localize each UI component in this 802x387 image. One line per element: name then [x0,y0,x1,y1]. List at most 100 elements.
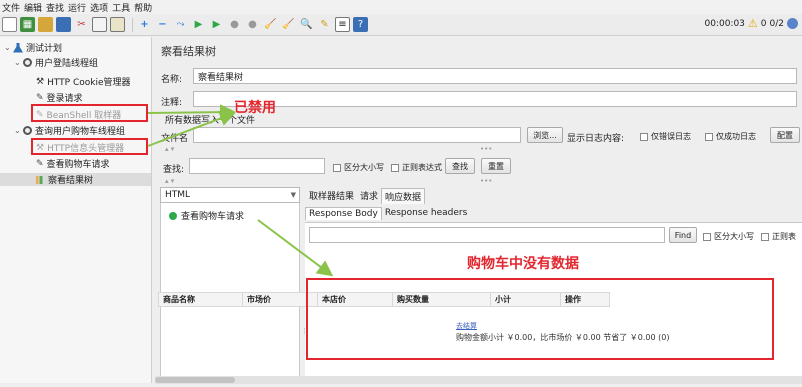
tab-response-headers[interactable]: Response headers [382,207,470,220]
checkbox-label: 区分大小写 [714,232,754,241]
test-plan-tree: ⌄ 测试计划 ⌄ 用户登陆线程组 ⚒ HTTP Cookie管理器 ✎ 登录请求… [0,37,152,383]
tab-request[interactable]: 请求 [357,188,381,204]
toggle-icon[interactable]: ⤳ [173,17,188,32]
clear-all-icon[interactable]: 🧹 [281,17,296,32]
tree-label: 测试计划 [26,44,63,54]
tree-label: HTTP Cookie管理器 [47,78,131,88]
tab-sampler-result[interactable]: 取样器结果 [306,188,357,204]
checkbox-label: 正则表达式 [402,163,442,172]
tree-label: 察看结果树 [48,176,94,186]
tree-node-test-plan[interactable]: ⌄ 测试计划 [4,41,62,54]
tree-node-login-thread-group[interactable]: ⌄ 用户登陆线程组 [14,56,98,69]
find-case-checkbox[interactable]: 区分大小写 [703,231,754,242]
name-label: 名称: [161,75,183,85]
tree-label: 查看购物车请求 [46,160,110,170]
scrollbar-thumb[interactable] [155,377,235,383]
expand-icon[interactable]: + [137,17,152,32]
find-regex-checkbox[interactable]: 正则表 [761,231,796,242]
highlight-header-manager [31,138,148,155]
copy-icon[interactable] [92,17,107,32]
chevron-down-icon[interactable]: ⌄ [14,58,23,67]
cut-icon[interactable]: ✂ [74,17,89,32]
search-icon[interactable]: 🔍 [299,17,314,32]
reset-search-icon[interactable]: ✎ [317,17,332,32]
browse-button[interactable]: 浏览... [527,127,563,143]
checkbox-box[interactable] [703,232,711,241]
start-no-pause-icon[interactable]: ▶ [209,17,224,32]
function-helper-icon[interactable]: ≡ [335,17,350,32]
checkbox-box[interactable] [761,232,769,241]
toolbar: ▦ ✂ + − ⤳ ▶ ▶ ● ● 🧹 🧹 🔍 ✎ ≡ ? 00:00:03 ⚠… [0,14,802,36]
renderer-value: HTML [165,190,191,200]
pencil-icon: ✎ [36,92,44,103]
stop-icon[interactable]: ● [227,17,242,32]
menu-edit[interactable]: 编辑 [24,1,42,14]
menu-file[interactable]: 文件 [2,1,20,14]
tree-node-login-request[interactable]: ✎ 登录请求 [36,91,83,105]
collapse-icon[interactable]: − [155,17,170,32]
paste-icon[interactable] [110,17,125,32]
result-item-cart-request[interactable]: 查看购物车请求 [169,209,244,222]
start-icon[interactable]: ▶ [191,17,206,32]
menu-tools[interactable]: 工具 [112,1,130,14]
tree-node-result-tree[interactable]: 察看结果树 [0,173,151,186]
errors-only-checkbox[interactable]: 仅错误日志 [640,131,691,142]
open-icon[interactable] [38,17,53,32]
new-icon[interactable] [2,17,17,32]
tab-response-data[interactable]: 响应数据 [381,188,426,204]
name-field[interactable]: 察看结果树 [193,68,797,84]
checkbox-box[interactable] [333,163,341,172]
save-icon[interactable] [56,17,71,32]
annotation-disabled: 已禁用 [234,100,276,116]
thread-count: 0/2 [769,18,784,29]
search-button[interactable]: 查找 [445,158,475,174]
chevron-down-icon[interactable]: ▼ [291,191,296,199]
search-input[interactable] [189,158,325,174]
menu-bar: 文件 编辑 查找 运行 选项 工具 帮助 [0,0,802,14]
checkbox-label: 正则表 [772,232,796,241]
tab-response-body[interactable]: Response Body [305,207,382,220]
case-sensitive-checkbox[interactable]: 区分大小写 [333,162,384,173]
renderer-select[interactable]: HTML ▼ [160,187,300,203]
horizontal-scrollbar[interactable] [155,376,802,384]
tree-label: 用户登陆线程组 [35,59,99,69]
clear-icon[interactable]: 🧹 [263,17,278,32]
remote-icon[interactable] [787,18,798,29]
menu-help[interactable]: 帮助 [134,1,152,14]
menu-options[interactable]: 选项 [90,1,108,14]
shutdown-icon[interactable]: ● [245,17,260,32]
splitter-grip[interactable]: ••• [480,177,492,185]
highlight-beanshell [31,104,148,122]
tree-node-cart-request[interactable]: ✎ 查看购物车请求 [36,157,110,171]
filename-field[interactable] [193,127,521,143]
tree-node-cookie-manager[interactable]: ⚒ HTTP Cookie管理器 [36,75,131,89]
regex-checkbox[interactable]: 正则表达式 [391,162,442,173]
menu-search[interactable]: 查找 [46,1,64,14]
success-only-checkbox[interactable]: 仅成功日志 [705,131,756,142]
chevron-down-icon[interactable]: ⌄ [4,43,13,52]
splitter-handle[interactable]: ▴ ▾ [165,177,174,185]
splitter-grip[interactable]: ••• [480,145,492,153]
comment-field[interactable] [193,91,797,107]
status-area: 00:00:03 ⚠ 0 0/2 [704,17,798,30]
result-tabs: 取样器结果 请求 响应数据 [306,188,426,204]
result-item-label: 查看购物车请求 [181,212,245,222]
response-subtabs: Response Body Response headers [305,207,470,220]
templates-icon[interactable]: ▦ [20,17,35,32]
checkbox-box[interactable] [640,132,648,141]
menu-run[interactable]: 运行 [68,1,86,14]
find-button[interactable]: Find [669,227,697,243]
success-icon [169,211,177,220]
panel-title: 察看结果树 [161,45,216,58]
splitter-handle[interactable]: ▴ ▾ [165,145,174,153]
reset-button[interactable]: 重置 [481,158,511,174]
configure-button[interactable]: 配置 [770,127,800,143]
help-icon[interactable]: ? [353,17,368,32]
checkbox-box[interactable] [391,163,399,172]
tree-node-cart-thread-group[interactable]: ⌄ 查询用户购物车线程组 [14,124,125,137]
chevron-down-icon[interactable]: ⌄ [14,126,23,135]
checkbox-box[interactable] [705,132,713,141]
log-content-label: 显示日志内容: [567,134,625,144]
warning-icon[interactable]: ⚠ [748,17,758,30]
find-input[interactable] [309,227,665,243]
